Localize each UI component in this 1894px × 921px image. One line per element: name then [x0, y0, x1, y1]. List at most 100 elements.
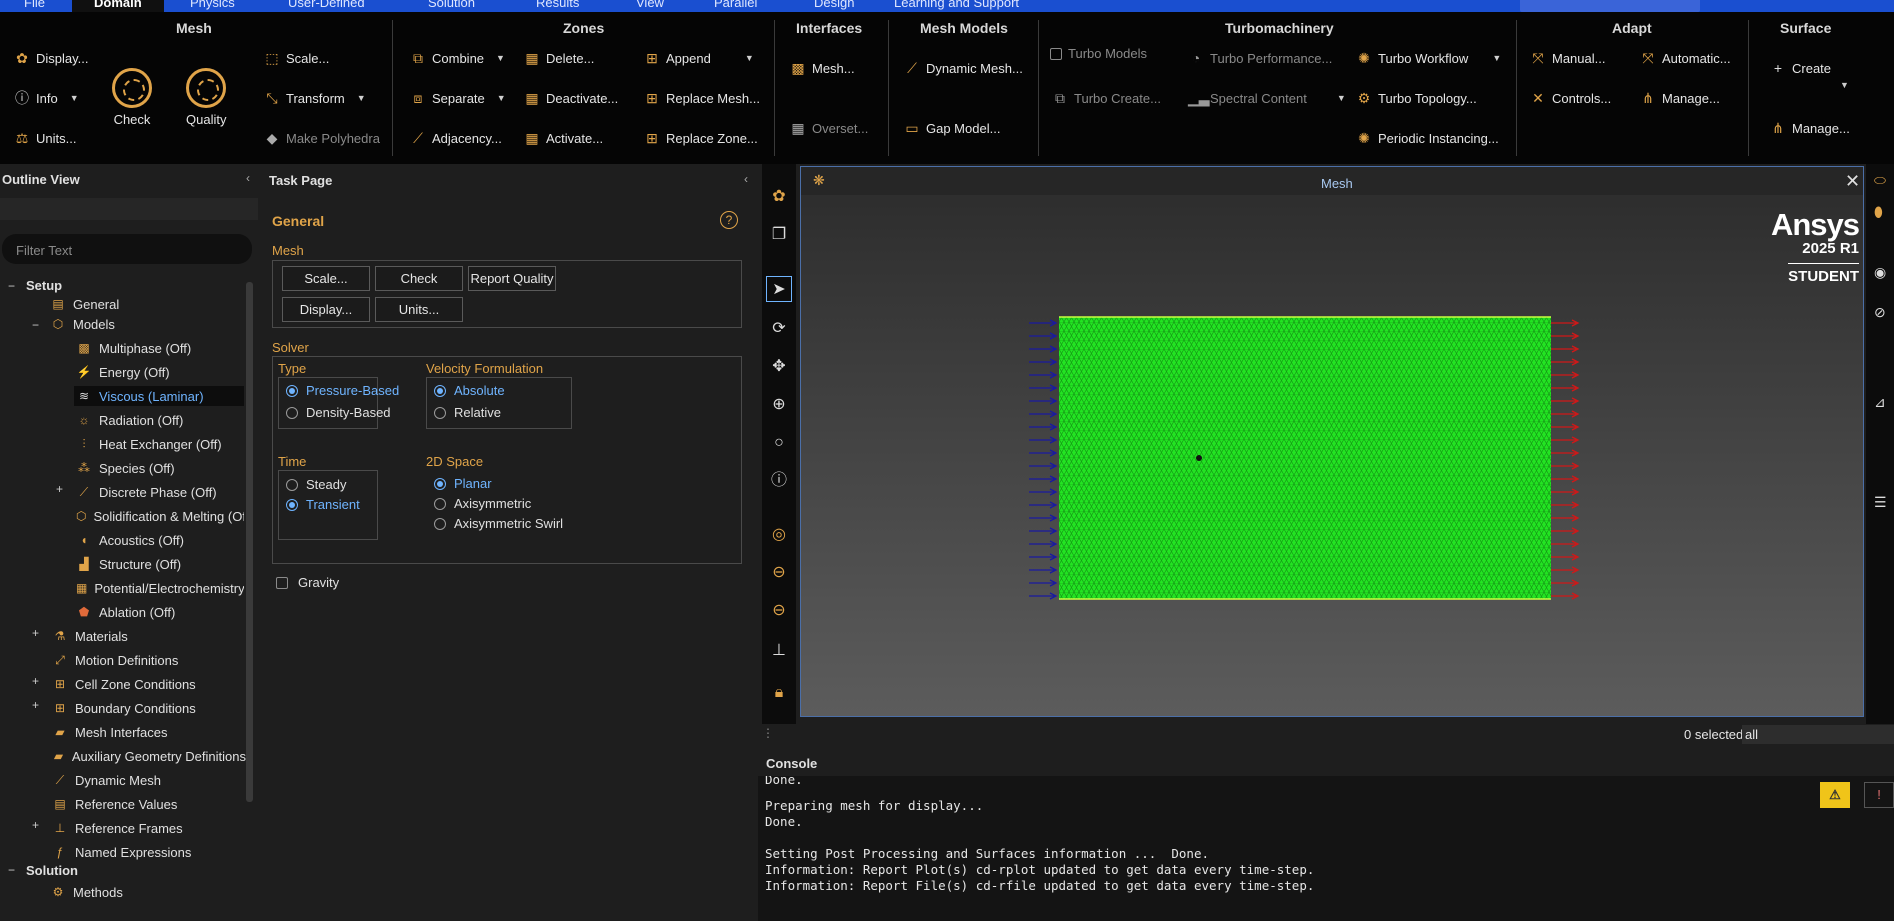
- tree-item-radiation[interactable]: ☼ Radiation (Off): [76, 410, 184, 430]
- outline-scrollbar[interactable]: [246, 282, 253, 802]
- tree-item-general[interactable]: ▤ General: [50, 294, 119, 314]
- radio-planar[interactable]: Planar: [434, 476, 492, 491]
- zones-separate-button[interactable]: ⧈ Separate ▼: [410, 90, 506, 106]
- adapt-automatic-button[interactable]: ⤧ Automatic...: [1640, 50, 1730, 66]
- turbo-topology-button[interactable]: ⚙ Turbo Topology...: [1356, 90, 1477, 106]
- eye-icon[interactable]: ◉: [1874, 264, 1894, 282]
- tree-item-solidification[interactable]: ⬡ Solidification & Melting (Off): [76, 506, 244, 526]
- radio-density-based[interactable]: Density-Based: [286, 405, 391, 420]
- collapse-left-icon[interactable]: ‹: [246, 171, 250, 185]
- menu-design[interactable]: Design: [814, 0, 854, 10]
- mesh-view[interactable]: [1029, 313, 1589, 613]
- turbo-models-checkbox[interactable]: Turbo Models: [1050, 46, 1147, 61]
- warning-icon[interactable]: ⚠: [1820, 782, 1850, 808]
- radio-pressure-based[interactable]: Pressure-Based: [286, 383, 399, 398]
- pan-icon[interactable]: ✥: [766, 354, 792, 380]
- radio-absolute[interactable]: Absolute: [434, 383, 505, 398]
- tree-item-auxiliary-geometry[interactable]: ▰ Auxiliary Geometry Definitions: [52, 746, 246, 766]
- dynamic-mesh-button[interactable]: ⟋ Dynamic Mesh...: [904, 60, 1023, 76]
- turbo-create-button[interactable]: ⧉ Turbo Create...: [1052, 90, 1161, 106]
- tree-item-boundary-conditions[interactable]: ⊞ Boundary Conditions: [52, 698, 196, 718]
- radio-relative[interactable]: Relative: [434, 405, 501, 420]
- spectral-content-button[interactable]: ▁▃ Spectral Content ▼: [1188, 90, 1346, 106]
- menu-view[interactable]: View: [636, 0, 664, 10]
- task-display-button[interactable]: Display...: [282, 297, 370, 322]
- gap-model-button[interactable]: ▭ Gap Model...: [904, 120, 1000, 136]
- collapse-toggle[interactable]: −: [8, 863, 15, 877]
- task-report-quality-button[interactable]: Report Quality: [468, 266, 556, 291]
- make-polyhedra-button[interactable]: ◆ Make Polyhedra: [264, 130, 380, 146]
- menu-solution[interactable]: Solution: [428, 0, 475, 10]
- collapse-toggle[interactable]: −: [32, 318, 39, 332]
- tree-item-ablation[interactable]: ⬟ Ablation (Off): [76, 602, 176, 622]
- graphics-window[interactable]: ❋ Mesh ✕ Ansys 2025 R1 STUDENT: [800, 166, 1864, 717]
- mesh-display-icon[interactable]: ✿: [766, 184, 792, 210]
- zones-delete-button[interactable]: ▦ Delete...: [524, 50, 594, 66]
- fit-view-icon[interactable]: ◎: [766, 522, 792, 548]
- shape-icon[interactable]: ⬮: [1874, 204, 1894, 222]
- probe-info-icon[interactable]: ⓘ: [766, 468, 792, 494]
- tree-item-multiphase[interactable]: ▩ Multiphase (Off): [76, 338, 191, 358]
- tree-item-energy[interactable]: ⚡ Energy (Off): [76, 362, 170, 382]
- zones-activate-button[interactable]: ▦ Activate...: [524, 130, 603, 146]
- periodic-instancing-button[interactable]: ✺ Periodic Instancing...: [1356, 130, 1499, 146]
- task-units-button[interactable]: Units...: [375, 297, 463, 322]
- tree-item-discrete-phase[interactable]: ⟋ Discrete Phase (Off): [76, 482, 217, 502]
- radio-axisymmetric-swirl[interactable]: Axisymmetric Swirl: [434, 516, 563, 531]
- expand-toggle[interactable]: +: [32, 818, 39, 832]
- tree-item-methods[interactable]: ⚙ Methods: [50, 882, 123, 902]
- close-icon[interactable]: ✕: [1845, 171, 1860, 192]
- surface-create-button[interactable]: + Create: [1770, 60, 1831, 76]
- tree-item-acoustics[interactable]: ◖ Acoustics (Off): [76, 530, 184, 550]
- tree-item-motion-definitions[interactable]: ⤢ Motion Definitions: [52, 650, 178, 670]
- menu-user-defined[interactable]: User-Defined: [288, 0, 365, 10]
- collapse-left-icon[interactable]: ‹: [744, 172, 748, 186]
- zoom-in-icon[interactable]: ⊕: [766, 392, 792, 418]
- tree-item-potential[interactable]: ▦ Potential/Electrochemistry (Off): [76, 578, 244, 598]
- gravity-checkbox[interactable]: Gravity: [276, 575, 339, 590]
- zoom-reset-icon[interactable]: ⊖: [766, 598, 792, 624]
- turbo-workflow-button[interactable]: ✺ Turbo Workflow ▼: [1356, 50, 1501, 66]
- zones-append-button[interactable]: ⊞ Append ▼: [644, 50, 754, 66]
- mesh-transform-button[interactable]: ⤡ Transform ▼: [264, 90, 365, 106]
- adapt-manual-button[interactable]: ⤧ Manual...: [1530, 50, 1605, 66]
- surface-manage-button[interactable]: ⋔ Manage...: [1770, 120, 1850, 136]
- tree-item-cell-zone-conditions[interactable]: ⊞ Cell Zone Conditions: [52, 674, 196, 694]
- menu-domain[interactable]: Domain: [72, 0, 164, 12]
- zones-adjacency-button[interactable]: ⟋ Adjacency...: [410, 130, 502, 146]
- tree-item-named-expressions[interactable]: ƒ Named Expressions: [52, 842, 192, 862]
- copy-view-icon[interactable]: ❐: [766, 222, 792, 248]
- adapt-controls-button[interactable]: ✕ Controls...: [1530, 90, 1611, 106]
- radio-transient[interactable]: Transient: [286, 497, 360, 512]
- axes-icon[interactable]: ⊿: [1874, 394, 1894, 412]
- radio-steady[interactable]: Steady: [286, 477, 346, 492]
- mesh-units-button[interactable]: ⚖ Units...: [14, 130, 77, 146]
- zones-combine-button[interactable]: ⧉ Combine ▼: [410, 50, 505, 66]
- radio-axisymmetric[interactable]: Axisymmetric: [434, 496, 531, 511]
- mesh-scale-button[interactable]: ⬚ Scale...: [264, 50, 329, 66]
- zones-replace-mesh-button[interactable]: ⊞ Replace Mesh...: [644, 90, 760, 106]
- pointer-icon[interactable]: ➤: [766, 276, 792, 302]
- turbo-performance-button[interactable]: ◔ Turbo Performance...: [1188, 50, 1333, 66]
- quick-search-box[interactable]: [1520, 0, 1700, 12]
- lock-icon[interactable]: 🔒︎: [766, 680, 792, 706]
- menu-parallel[interactable]: Parallel: [714, 0, 757, 10]
- drag-handle-icon[interactable]: ⋮: [762, 726, 774, 740]
- expand-toggle[interactable]: +: [56, 482, 63, 496]
- tree-item-heat-exchanger[interactable]: ⫶ Heat Exchanger (Off): [76, 434, 221, 454]
- tree-item-reference-values[interactable]: ▤ Reference Values: [52, 794, 177, 814]
- tree-item-materials[interactable]: ⚗ Materials: [52, 626, 128, 646]
- expand-toggle[interactable]: +: [32, 626, 39, 640]
- tree-item-species[interactable]: ⁂ Species (Off): [76, 458, 175, 478]
- mesh-info-button[interactable]: ⓘ Info ▼: [14, 90, 79, 106]
- adapt-manage-button[interactable]: ⋔ Manage...: [1640, 90, 1720, 106]
- help-icon[interactable]: ?: [720, 211, 738, 229]
- tree-item-mesh-interfaces[interactable]: ▰ Mesh Interfaces: [52, 722, 167, 742]
- mesh-display-button[interactable]: ✿ Display...: [14, 50, 88, 66]
- expand-toggle[interactable]: +: [32, 698, 39, 712]
- menu-file[interactable]: File: [24, 0, 45, 10]
- tree-item-solution[interactable]: Solution: [26, 860, 78, 880]
- interfaces-mesh-button[interactable]: ▩ Mesh...: [790, 60, 854, 76]
- zones-deactivate-button[interactable]: ▦ Deactivate...: [524, 90, 618, 106]
- mesh-quality-button[interactable]: Quality: [186, 68, 226, 127]
